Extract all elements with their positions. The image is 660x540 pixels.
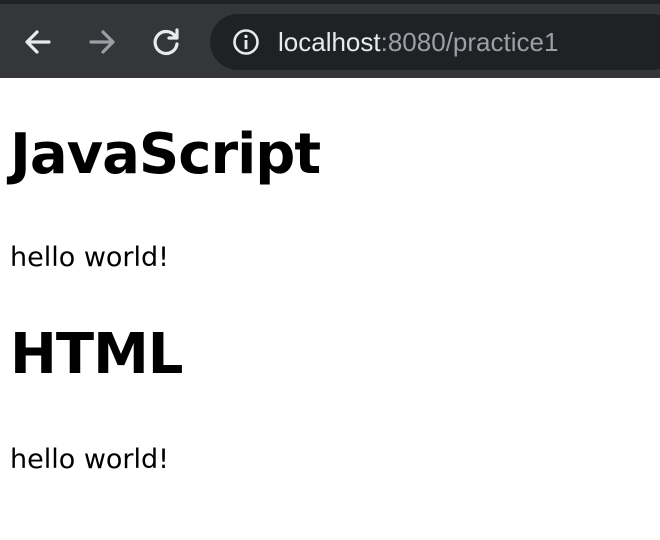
url-host: localhost — [278, 27, 381, 57]
heading-javascript: JavaScript — [10, 122, 321, 187]
arrow-right-icon — [89, 30, 115, 54]
url-text[interactable]: localhost:8080/practice1 — [278, 26, 558, 58]
reload-button[interactable] — [148, 24, 184, 60]
url-path: :8080/practice1 — [380, 27, 559, 57]
back-button[interactable] — [20, 24, 56, 60]
browser-toolbar: localhost:8080/practice1 — [0, 0, 660, 78]
forward-button[interactable] — [84, 24, 120, 60]
heading-html: HTML — [10, 322, 183, 387]
reload-icon — [153, 28, 179, 56]
info-icon[interactable] — [232, 28, 260, 56]
paragraph-html: hello world! — [10, 444, 169, 475]
address-bar[interactable]: localhost:8080/practice1 — [210, 14, 660, 70]
arrow-left-icon — [25, 30, 51, 54]
paragraph-javascript: hello world! — [10, 242, 169, 273]
